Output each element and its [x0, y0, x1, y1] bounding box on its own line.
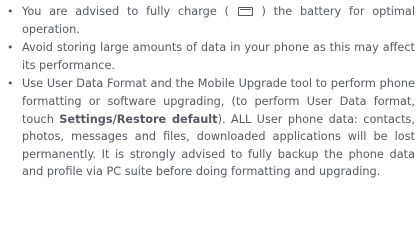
bullet-marker: • — [7, 5, 14, 18]
bullet-list: • You are advised to fully charge ( ) th… — [7, 3, 415, 181]
list-item-charge-battery: • You are advised to fully charge ( ) th… — [7, 3, 415, 38]
list-item-user-data-format: • Use User Data Format and the Mobile Up… — [7, 75, 415, 181]
bullet-marker: • — [7, 41, 14, 55]
page: • You are advised to fully charge ( ) th… — [0, 0, 417, 248]
charge-text-start: You are advised to fully charge ( — [22, 5, 237, 18]
settings-restore-default-label: Settings/Restore default — [59, 112, 218, 126]
list-item-avoid-storing: • Avoid storing large amounts of data in… — [7, 39, 415, 74]
avoid-storing-text: Avoid storing large amounts of data in y… — [22, 41, 415, 72]
battery-icon — [237, 7, 253, 16]
bullet-marker: • — [7, 77, 14, 91]
